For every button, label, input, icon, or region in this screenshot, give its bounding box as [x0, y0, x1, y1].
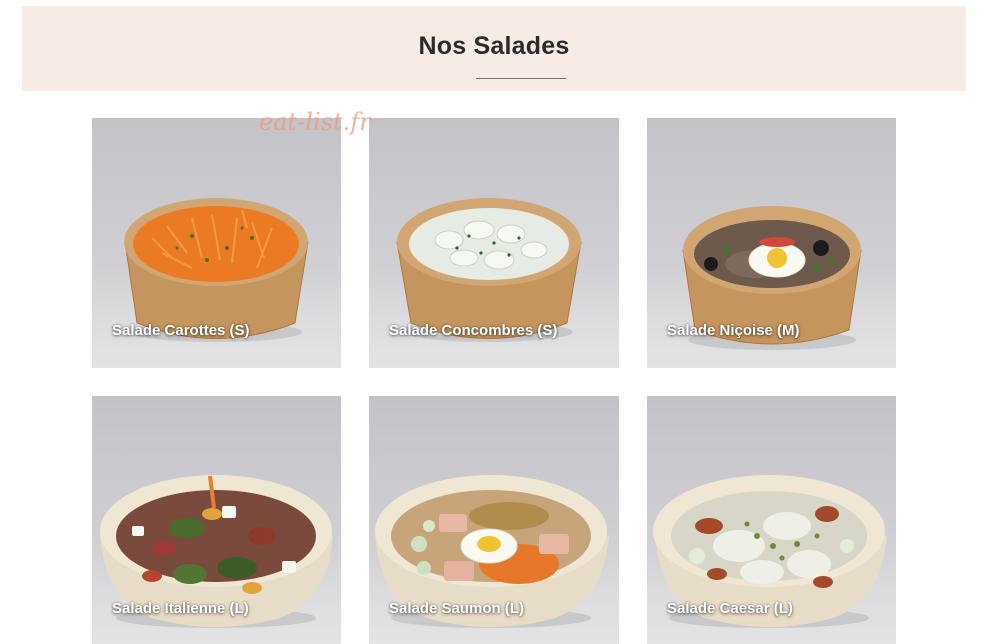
- watermark: eat-list.fr: [259, 108, 371, 136]
- salad-card-italienne[interactable]: Salade Italienne (L): [92, 396, 341, 644]
- salad-card-nicoise[interactable]: Salade Niçoise (M): [647, 118, 896, 368]
- section-banner: Nos Salades: [22, 6, 966, 91]
- salad-label: Salade Concombres (S): [389, 322, 558, 339]
- salad-label: Salade Italienne (L): [112, 600, 249, 617]
- salad-card-saumon[interactable]: Salade Saumon (L): [369, 396, 619, 644]
- salads-page: Nos Salades eat-list.fr Salade Carottes …: [0, 0, 989, 644]
- salad-card-caesar[interactable]: Salade Caesar (L): [647, 396, 896, 644]
- salad-label: Salade Niçoise (M): [667, 322, 800, 339]
- salad-card-carottes[interactable]: Salade Carottes (S): [92, 118, 341, 368]
- title-underline: [476, 78, 566, 79]
- salad-label: Salade Caesar (L): [667, 600, 793, 617]
- page-title: Nos Salades: [418, 32, 570, 60]
- salad-label: Salade Saumon (L): [389, 600, 525, 617]
- salad-label: Salade Carottes (S): [112, 322, 250, 339]
- salad-card-concombres[interactable]: Salade Concombres (S): [369, 118, 619, 368]
